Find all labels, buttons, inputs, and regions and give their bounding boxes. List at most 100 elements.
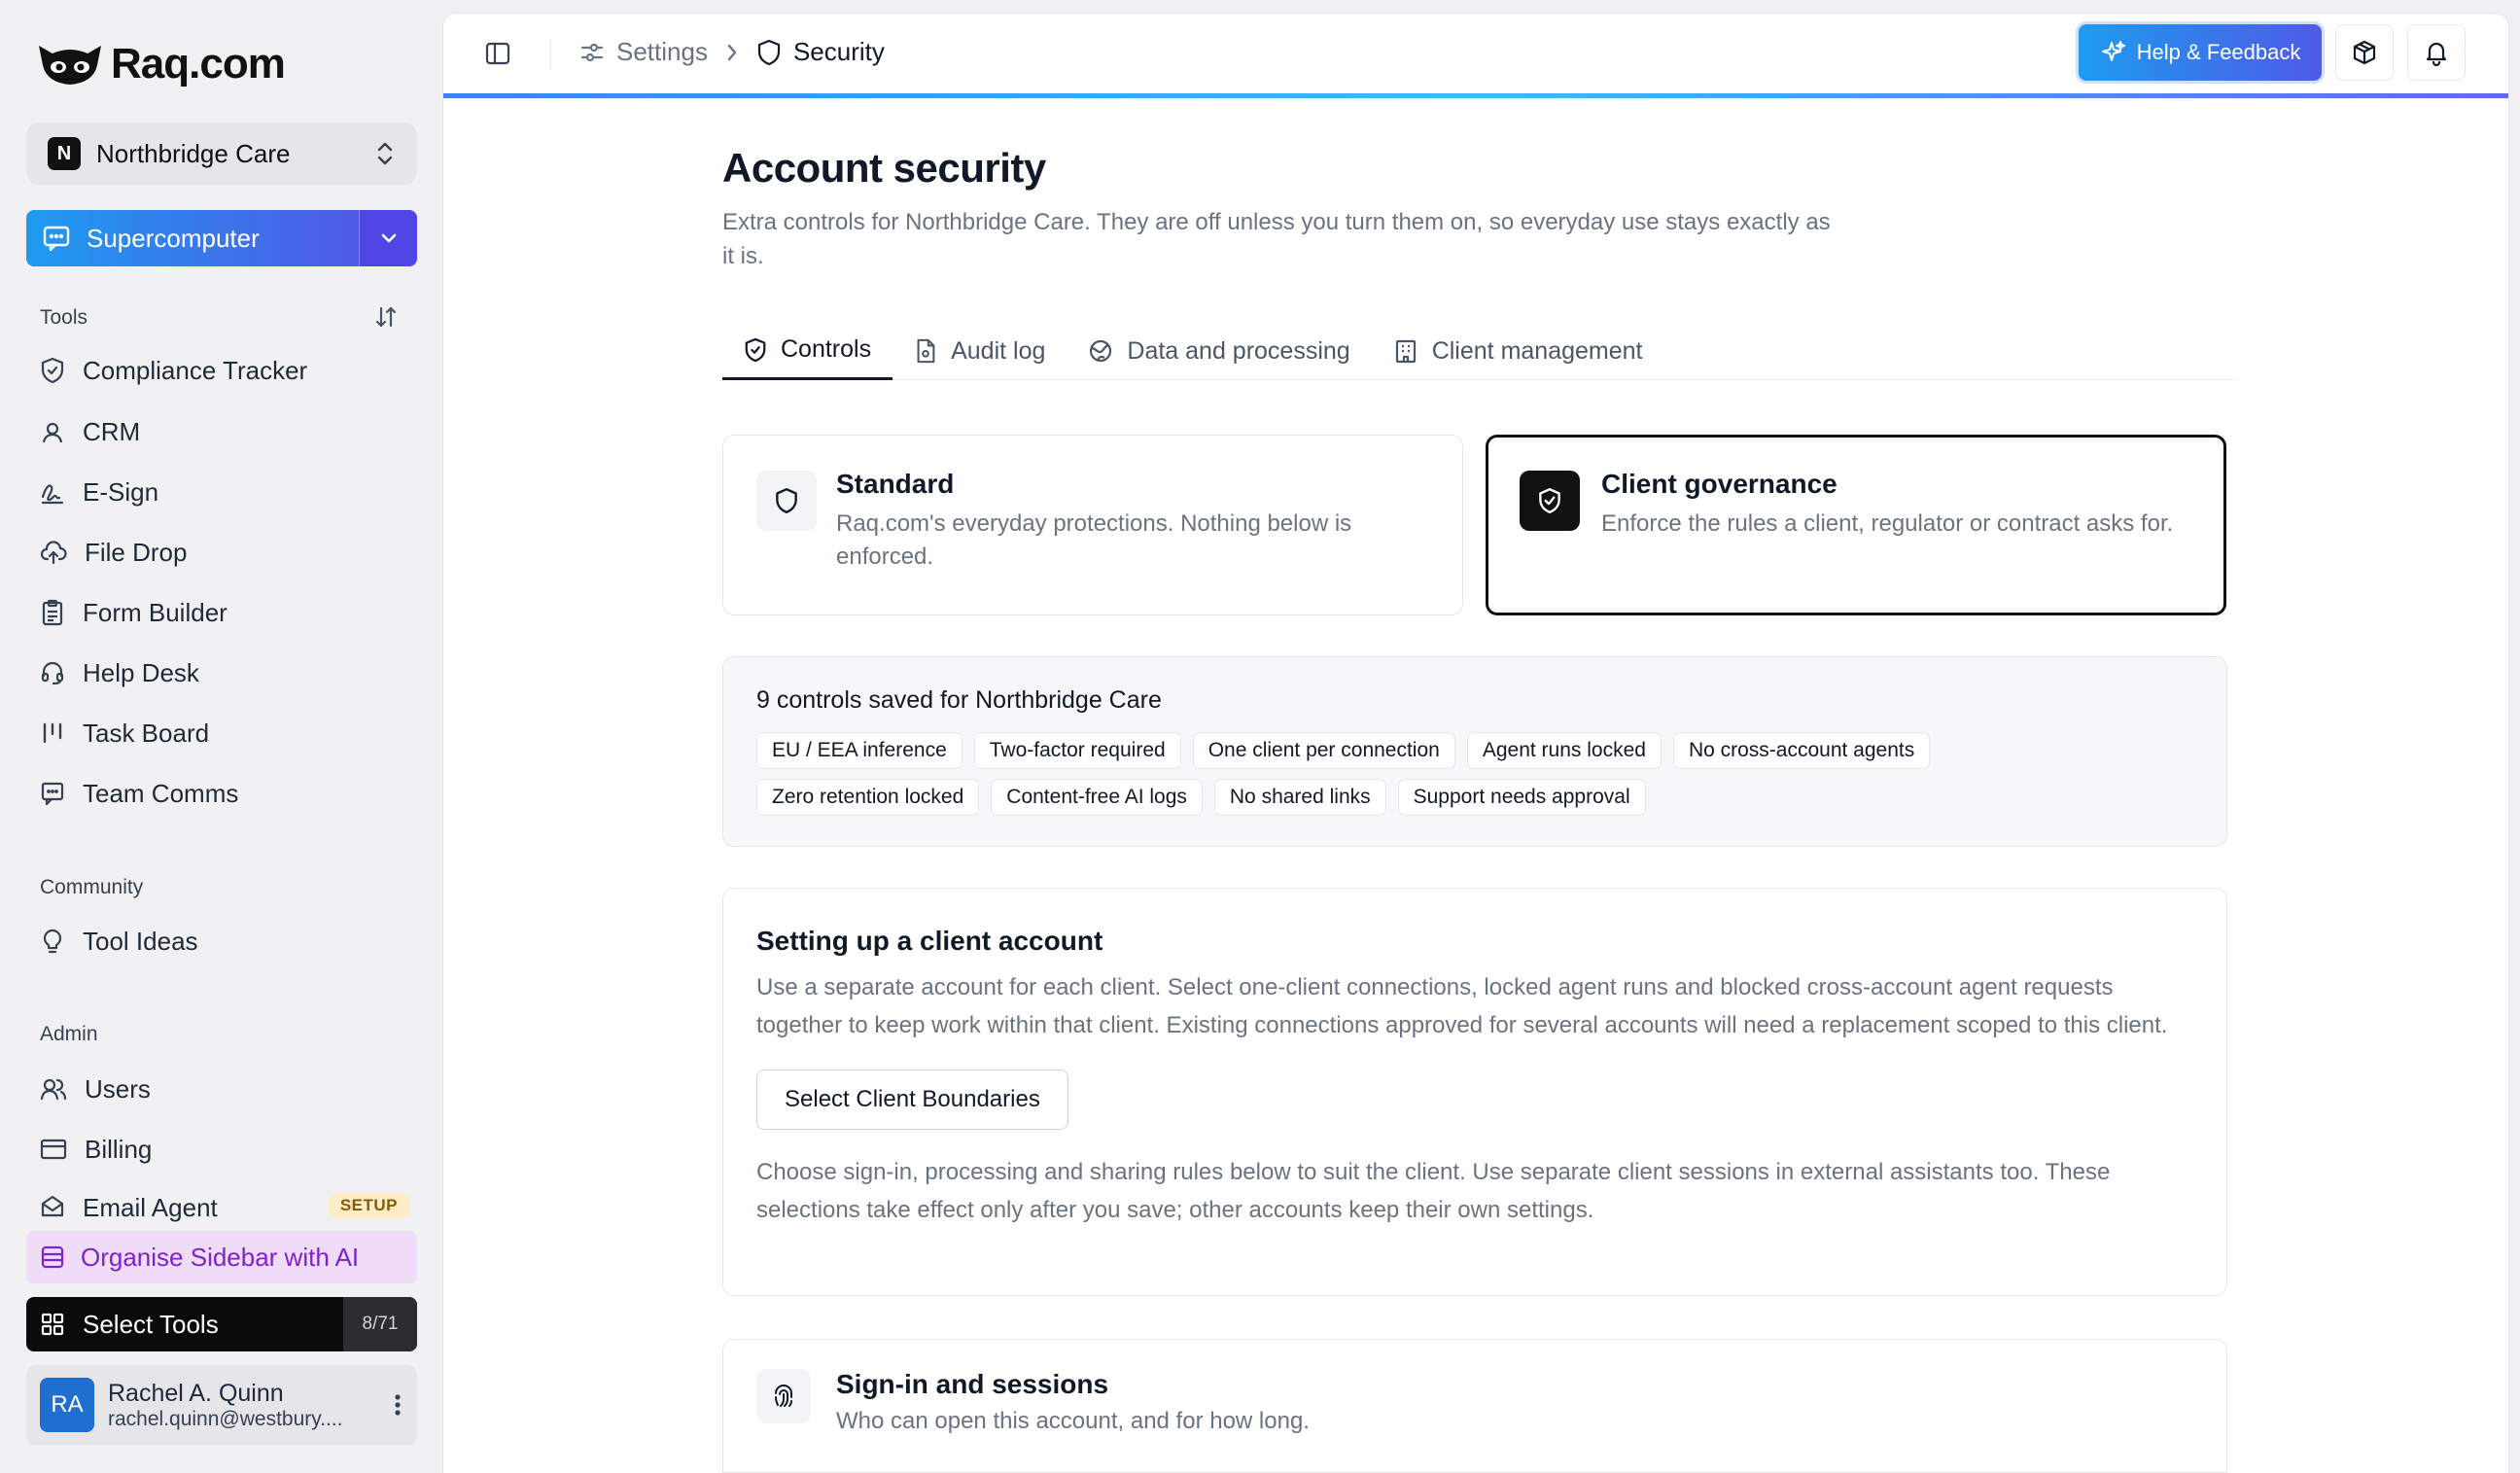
- signin-icon-wrap: [756, 1369, 811, 1423]
- org-switcher[interactable]: N Northbridge Care: [26, 123, 417, 185]
- tab-controls[interactable]: Controls: [722, 322, 893, 380]
- content: Account security Extra controls for Nort…: [722, 145, 2234, 1473]
- contact-icon: [42, 422, 63, 443]
- mode-card-client-governance[interactable]: Client governance Enforce the rules a cl…: [1486, 435, 2226, 615]
- control-chip: Agent runs locked: [1466, 732, 1662, 769]
- signin-title: Sign-in and sessions: [836, 1369, 1109, 1399]
- sidebar-item-crm[interactable]: CRM: [40, 409, 419, 454]
- sidebar-item-label: Tool Ideas: [83, 926, 198, 956]
- org-badge: N: [48, 137, 81, 170]
- sidebar: Raq.com N Northbridge Care Supercomputer…: [0, 0, 442, 1473]
- tab-label: Audit log: [951, 336, 1046, 365]
- sidebar-item-team-comms[interactable]: Team Comms: [40, 771, 419, 816]
- headset-icon: [41, 661, 64, 685]
- cloud-upload-icon: [40, 541, 67, 565]
- shield-icon: [776, 488, 797, 513]
- sidebar-item-label: Compliance Tracker: [83, 355, 308, 385]
- file-text-icon: [917, 338, 935, 364]
- control-chip: One client per connection: [1192, 732, 1455, 769]
- supercomputer-button[interactable]: Supercomputer: [26, 210, 359, 266]
- tab-audit-log[interactable]: Audit log: [892, 322, 1067, 380]
- sidebar-item-label: Form Builder: [83, 597, 228, 627]
- avatar: RA: [40, 1378, 94, 1432]
- sidebar-toggle-icon[interactable]: [484, 40, 511, 67]
- mode-title: Standard: [836, 469, 955, 499]
- client-account-setup-card: Setting up a client account Use a separa…: [722, 888, 2227, 1296]
- select-client-boundaries-button[interactable]: Select Client Boundaries: [756, 1070, 1068, 1130]
- admin-section-label: Admin: [40, 1023, 98, 1045]
- sidebar-item-label: Email Agent: [83, 1193, 218, 1222]
- clipboard-icon: [42, 599, 63, 626]
- sidebar-item-file-drop[interactable]: File Drop: [40, 530, 419, 575]
- sidebar-item-label: E-Sign: [83, 476, 159, 507]
- brand-name: Raq.com: [111, 40, 286, 88]
- main-panel: Settings Security Help & Feedback Accoun…: [442, 13, 2509, 1473]
- setup-note: Choose sign-in, processing and sharing r…: [756, 1159, 2111, 1223]
- user-card[interactable]: RA Rachel A. Quinn rachel.quinn@westbury…: [26, 1365, 417, 1445]
- user-name: Rachel A. Quinn: [108, 1379, 284, 1407]
- sidebar-item-email-agent[interactable]: Email Agent SETUP: [40, 1187, 419, 1222]
- setup-badge: SETUP: [328, 1193, 409, 1218]
- credit-card-icon: [40, 1139, 67, 1160]
- tab-label: Data and processing: [1127, 336, 1350, 365]
- brand-logo[interactable]: Raq.com: [35, 37, 286, 91]
- sidebar-item-e-sign[interactable]: E-Sign: [40, 470, 419, 514]
- top-bar: Settings Security Help & Feedback: [443, 14, 2508, 98]
- organise-label: Organise Sidebar with AI: [81, 1242, 360, 1272]
- mode-card-standard[interactable]: Standard Raq.com's everyday protections.…: [722, 435, 1463, 615]
- mode-icon-wrap: [1520, 471, 1580, 531]
- package-button[interactable]: [2335, 24, 2394, 81]
- more-vertical-icon[interactable]: [392, 1391, 403, 1419]
- breadcrumb: Settings Security: [579, 37, 885, 67]
- signin-sessions-card[interactable]: Sign-in and sessions Who can open this a…: [722, 1339, 2227, 1473]
- tab-data-processing[interactable]: Data and processing: [1067, 322, 1371, 380]
- sidebar-item-tool-ideas[interactable]: Tool Ideas: [40, 919, 419, 964]
- sidebar-item-label: Task Board: [83, 718, 210, 748]
- help-feedback-label: Help & Feedback: [2136, 40, 2301, 64]
- sidebar-item-label: Users: [85, 1073, 151, 1104]
- sidebar-item-label: File Drop: [85, 537, 188, 567]
- organise-sidebar-button[interactable]: Organise Sidebar with AI: [26, 1231, 417, 1283]
- mode-icon-wrap: [756, 471, 817, 531]
- supercomputer-label: Supercomputer: [87, 223, 260, 253]
- community-section-label: Community: [40, 876, 144, 898]
- saved-controls-title: 9 controls saved for Northbridge Care: [756, 686, 1162, 714]
- sidebar-item-compliance-tracker[interactable]: Compliance Tracker: [40, 348, 419, 393]
- saved-controls-summary: 9 controls saved for Northbridge Care EU…: [722, 656, 2227, 847]
- globe-icon: [1090, 339, 1112, 363]
- chevron-down-icon: [381, 233, 396, 243]
- control-chip: Support needs approval: [1397, 779, 1646, 816]
- sidebar-item-users[interactable]: Users: [40, 1067, 419, 1111]
- users-icon: [40, 1078, 67, 1101]
- lightbulb-icon: [43, 929, 62, 954]
- org-name: Northbridge Care: [96, 138, 291, 168]
- breadcrumb-settings[interactable]: Settings: [616, 37, 708, 67]
- sidebar-item-task-board[interactable]: Task Board: [40, 711, 419, 755]
- tab-client-management[interactable]: Client management: [1372, 322, 1664, 380]
- select-tools-button[interactable]: Select Tools 8/71: [26, 1297, 417, 1351]
- building-icon: [1395, 339, 1416, 364]
- list-layout-icon: [41, 1245, 64, 1269]
- chat-icon: [41, 782, 64, 806]
- raccoon-logo-icon: [39, 46, 101, 85]
- sidebar-item-help-desk[interactable]: Help Desk: [40, 650, 419, 695]
- shield-icon: [757, 39, 781, 65]
- help-feedback-button[interactable]: Help & Feedback: [2079, 24, 2322, 81]
- setup-title: Setting up a client account: [756, 926, 1103, 956]
- control-chip: Two-factor required: [973, 732, 1181, 769]
- sliders-icon: [580, 43, 604, 61]
- supercomputer-dropdown-button[interactable]: [359, 210, 417, 266]
- divider: [550, 39, 551, 70]
- sidebar-item-label: Billing: [85, 1134, 153, 1164]
- control-chip: Content-free AI logs: [991, 779, 1203, 816]
- chevrons-up-down-icon: [377, 142, 393, 165]
- supercomputer-split-button: Supercomputer: [26, 210, 417, 266]
- sidebar-item-form-builder[interactable]: Form Builder: [40, 590, 419, 635]
- sidebar-item-billing[interactable]: Billing: [40, 1127, 419, 1172]
- shield-check-icon: [1539, 488, 1560, 513]
- sidebar-item-label: Help Desk: [83, 657, 199, 687]
- notifications-button[interactable]: [2407, 24, 2466, 81]
- control-chip: No shared links: [1213, 779, 1386, 816]
- sort-icon[interactable]: [373, 304, 399, 330]
- signature-icon: [41, 484, 64, 505]
